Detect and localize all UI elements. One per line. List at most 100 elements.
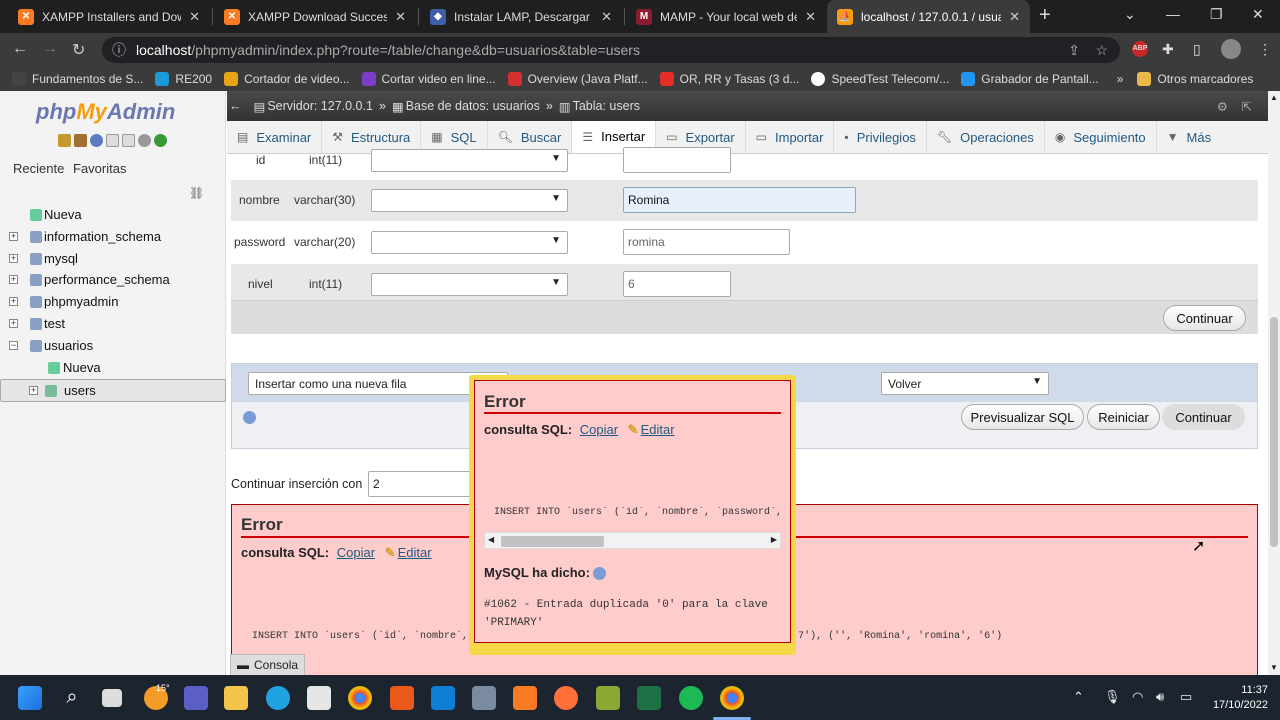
phpmyadmin-logo[interactable]: phpMyAdmin [36,99,175,125]
scroll-up-icon[interactable]: ▲ [1270,93,1278,102]
close-icon[interactable]: ✕ [395,9,406,25]
other-bookmarks[interactable]: Otros marcadores [1137,71,1253,86]
minimize-icon[interactable]: ⇱ [1242,99,1252,114]
clock[interactable]: 11:37 17/10/2022 [1213,683,1268,713]
bookmark[interactable]: SpeedTest Telecom/... [811,71,949,86]
continue-button-2[interactable]: Continuar [1162,404,1245,430]
reload-icon[interactable]: ↻ [72,40,85,60]
side-panel-icon[interactable]: ▯ [1193,41,1201,58]
xampp-icon[interactable] [513,686,537,710]
edit-link[interactable]: Editar [641,422,675,437]
task-view-icon[interactable] [102,689,122,707]
save-icon[interactable] [472,686,496,710]
chrome-icon[interactable] [348,686,372,710]
share-icon[interactable]: ⇪ [1068,42,1080,59]
bookmark[interactable]: Cortar video en line... [361,71,496,86]
tree-item-table[interactable]: + users [0,379,226,402]
function-select[interactable]: ▼ [371,189,568,212]
tab-recent[interactable]: Reciente [8,161,69,176]
help-icon[interactable] [90,134,103,147]
breadcrumb-server[interactable]: Servidor: 127.0.0.1 [267,99,373,113]
firefox-icon[interactable] [554,686,578,710]
bookmark[interactable]: Overview (Java Platf... [507,71,648,86]
collapse-icon[interactable]: − [9,341,18,350]
reload-icon[interactable] [154,134,167,147]
exit-icon[interactable] [74,134,87,147]
address-bar[interactable]: ⓘ localhost/phpmyadmin/index.php?route=/… [102,37,1120,63]
menu-icon[interactable]: ⋮ [1258,41,1272,58]
tree-item-db[interactable]: + information_schema [0,226,226,247]
info-icon[interactable]: ⓘ [112,40,126,60]
continue-insert-input[interactable]: 2 [368,471,472,497]
close-icon[interactable]: ✕ [189,9,200,25]
close-icon[interactable]: ✕ [805,9,816,25]
tree-item-new[interactable]: Nueva [0,204,226,225]
settings-icon[interactable]: ⚙ [1217,99,1228,114]
expand-icon[interactable]: + [29,386,38,395]
docs2-icon[interactable] [122,134,135,147]
horizontal-scrollbar[interactable]: ◀ ▶ [484,532,781,549]
breadcrumb-database[interactable]: Base de datos: usuarios [406,99,540,113]
help-icon[interactable] [243,411,256,424]
fireworks-icon[interactable] [596,686,620,710]
docs-icon[interactable] [106,134,119,147]
restore-icon[interactable]: ❐ [1210,6,1223,23]
close-icon[interactable]: ✕ [1009,9,1020,25]
browser-tab[interactable]: M MAMP - Your local web deve ✕ [626,0,826,33]
function-select[interactable]: ▼ [371,149,568,172]
expand-icon[interactable]: + [9,319,18,328]
preview-sql-button[interactable]: Previsualizar SQL [961,404,1084,430]
tree-item-db[interactable]: + performance_schema [0,269,226,290]
wifi-icon[interactable]: ◠ [1132,689,1143,705]
adblock-icon[interactable]: ABP [1132,41,1148,57]
teams-icon[interactable] [184,686,208,710]
breadcrumb-table[interactable]: Tabla: users [573,99,640,113]
home-icon[interactable] [58,134,71,147]
settings-icon[interactable] [138,134,151,147]
browser-tab[interactable]: ◆ Instalar LAMP, Descargar LA ✕ [420,0,622,33]
tray-chevron-icon[interactable]: ⌃ [1073,689,1084,705]
close-window-icon[interactable]: ✕ [1252,6,1264,23]
field-value-input[interactable]: Romina [623,187,856,213]
tab-favorites[interactable]: Favoritas [68,161,131,176]
expand-icon[interactable]: + [9,297,18,306]
chrome-active-icon[interactable] [720,686,744,710]
browser-tab-active[interactable]: ⛵ localhost / 127.0.0.1 / usuario ✕ [827,0,1030,33]
bookmark[interactable]: Cortador de video... [224,71,350,86]
store-icon[interactable] [307,686,331,710]
microphone-icon[interactable]: 🎙︎ [1104,689,1121,705]
extensions-icon[interactable]: ✚ [1162,41,1174,58]
function-select[interactable]: ▼ [371,273,568,296]
continue-button[interactable]: Continuar [1163,305,1246,331]
tree-item-new-table[interactable]: Nueva [0,357,226,378]
scroll-down-icon[interactable]: ▼ [1270,663,1278,672]
gitkraken-icon[interactable] [390,686,414,710]
expand-icon[interactable]: + [9,254,18,263]
bookmark-star-icon[interactable]: ☆ [1095,42,1108,59]
edge-icon[interactable] [266,686,290,710]
function-select[interactable]: ▼ [371,231,568,254]
scrollbar-thumb[interactable] [1270,317,1278,547]
search-icon[interactable]: ⌕ [60,686,84,710]
after-insert-select[interactable]: Volver ▼ [881,372,1049,395]
vscode-icon[interactable] [431,686,455,710]
tree-item-db[interactable]: + test [0,313,226,334]
browser-tab[interactable]: ✕ XAMPP Installers and Downlo ✕ [8,0,210,33]
field-value-input[interactable] [623,147,731,173]
battery-icon[interactable]: ▭ [1180,689,1192,705]
collapse-arrow-icon[interactable]: ← [229,99,242,113]
bookmark[interactable]: Grabador de Pantall... [961,71,1099,86]
volume-icon[interactable]: 🔊︎ [1156,689,1164,705]
profile-avatar[interactable] [1221,39,1241,59]
link-icon[interactable]: ⛓ [189,186,204,200]
spotify-icon[interactable] [679,686,703,710]
excel-icon[interactable] [637,686,661,710]
help-icon[interactable] [593,567,606,580]
scroll-right-icon[interactable]: ▶ [771,535,777,544]
reset-button[interactable]: Reiniciar [1087,404,1160,430]
expand-icon[interactable]: + [9,275,18,284]
console-toggle[interactable]: ▬ Consola [230,654,306,675]
bookmark[interactable]: RE200 [155,71,212,86]
copy-link[interactable]: Copiar [337,545,375,560]
more-bookmarks[interactable]: » [1117,72,1124,86]
